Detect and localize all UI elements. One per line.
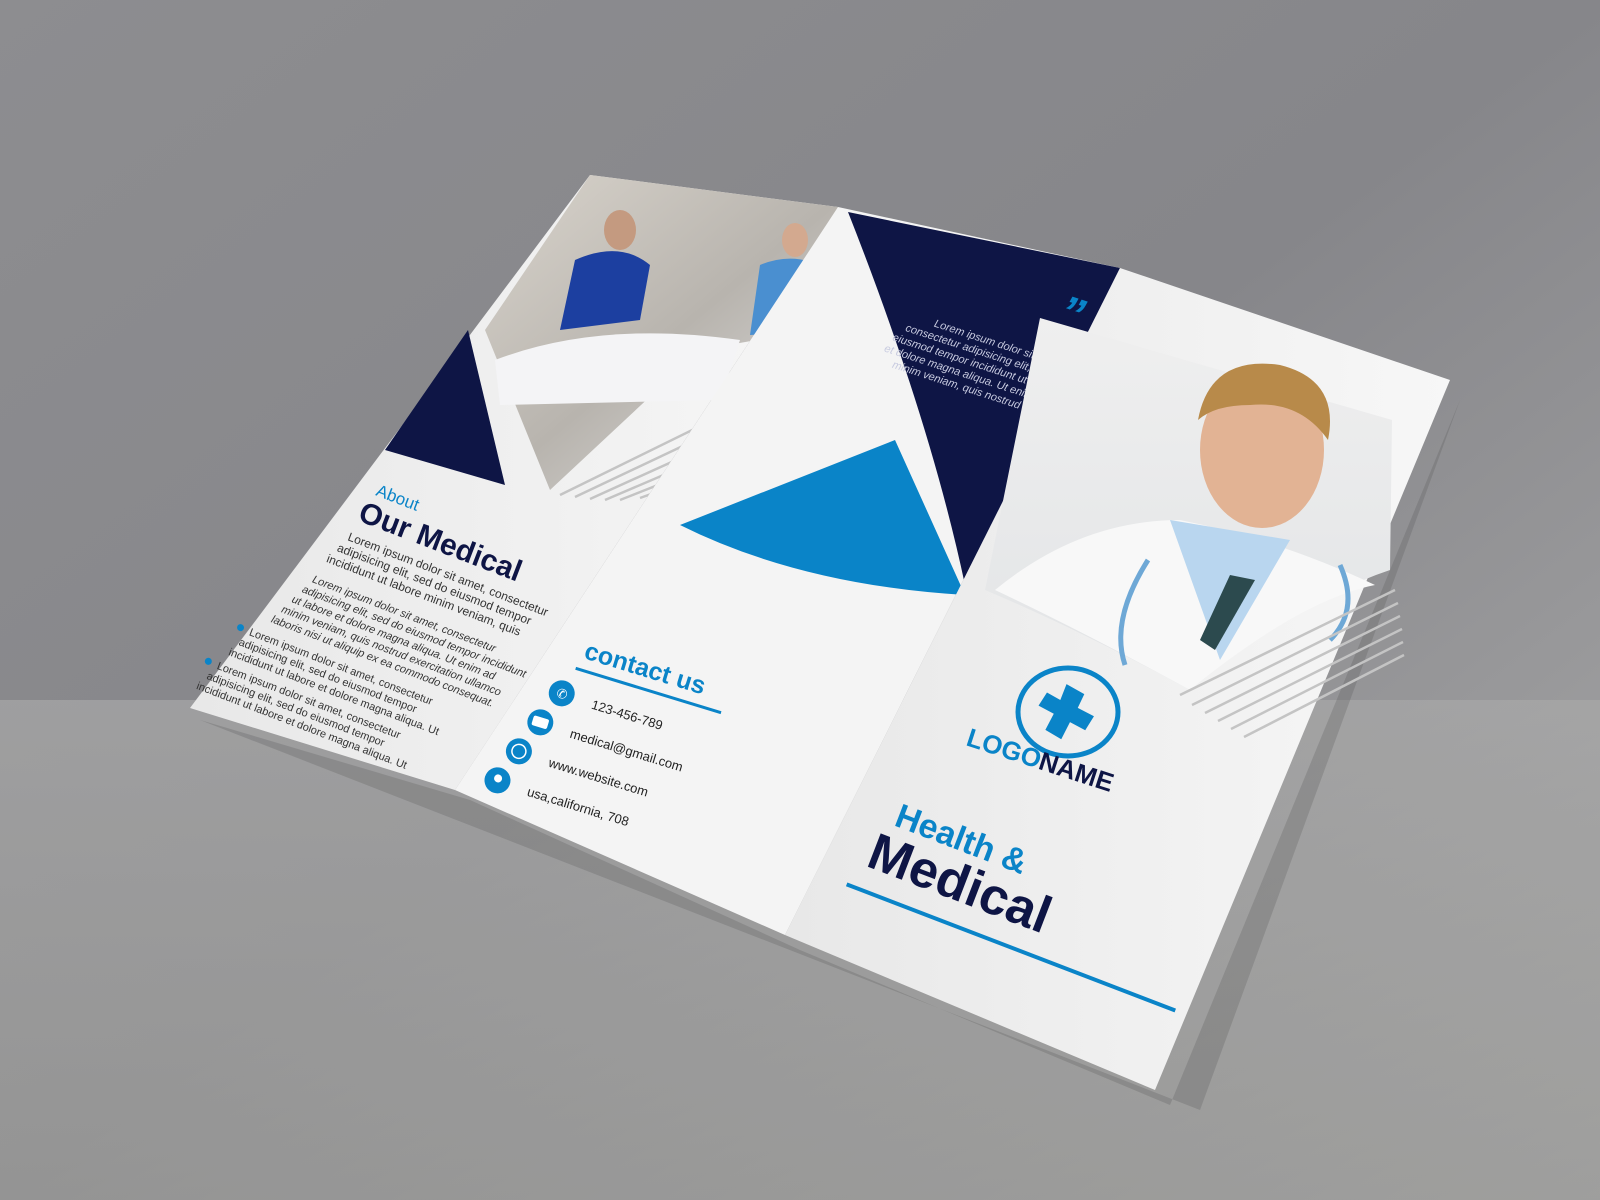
brochure-mockup-scene: About Our Medical Lorem ipsum dolor sit …	[0, 0, 1600, 1200]
